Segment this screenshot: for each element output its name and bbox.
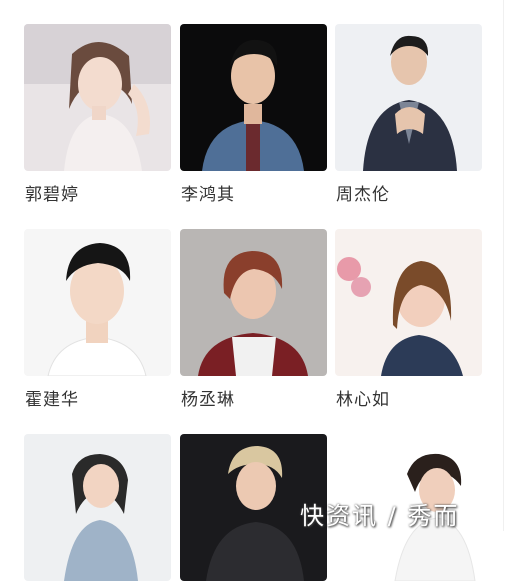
celebrity-photo[interactable] [335, 24, 482, 171]
watermark-text: 快资讯 / 秀而 [300, 502, 460, 530]
celebrity-photo[interactable] [24, 24, 171, 171]
celebrity-name[interactable]: 霍建华 [25, 385, 79, 410]
celebrity-photo[interactable] [335, 229, 482, 376]
celebrity-name[interactable]: 杨丞琳 [181, 385, 235, 410]
celebrity-photo[interactable] [180, 24, 327, 171]
celebrity-name[interactable]: 周杰伦 [336, 180, 390, 205]
celebrity-photo[interactable] [180, 229, 327, 376]
celebrity-photo[interactable] [24, 229, 171, 376]
celebrity-name[interactable]: 郭碧婷 [25, 180, 79, 205]
right-divider [503, 0, 504, 531]
watermark: 快资讯 / 秀而 [300, 496, 526, 531]
celebrity-photo[interactable] [24, 434, 171, 581]
celebrity-name[interactable]: 李鸿其 [181, 180, 235, 205]
celebrity-name[interactable]: 林心如 [336, 385, 390, 410]
